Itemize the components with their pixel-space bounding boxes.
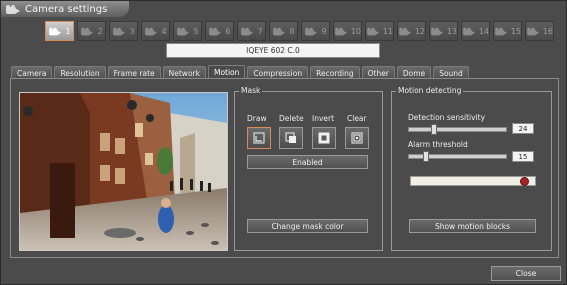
invert-tool-label: Invert bbox=[312, 114, 335, 123]
camera-preview-image[interactable] bbox=[19, 92, 228, 251]
camera-icon bbox=[81, 27, 95, 35]
camera-icon bbox=[273, 27, 287, 35]
camera-button-4[interactable]: 4 bbox=[141, 21, 170, 41]
camera-selector: 1 2 3 4 5 6 7 8 9 10 11 12 13 14 15 16 bbox=[45, 21, 554, 41]
alarm-threshold-value[interactable]: 15 bbox=[512, 151, 534, 162]
camera-number: 7 bbox=[257, 26, 263, 36]
detection-sensitivity-slider[interactable] bbox=[408, 124, 507, 135]
alarm-threshold-label: Alarm threshold bbox=[408, 140, 468, 149]
camera-icon bbox=[463, 27, 476, 35]
camera-icon bbox=[527, 27, 540, 35]
delete-tool-button[interactable] bbox=[279, 127, 303, 149]
camera-button-14[interactable]: 14 bbox=[461, 21, 490, 41]
camera-button-8[interactable]: 8 bbox=[269, 21, 298, 41]
detection-sensitivity-label: Detection sensitivity bbox=[408, 113, 486, 122]
camera-icon bbox=[335, 27, 348, 35]
camera-number: 10 bbox=[350, 26, 361, 36]
camera-button-13[interactable]: 13 bbox=[429, 21, 458, 41]
show-motion-blocks-button[interactable]: Show motion blocks bbox=[409, 219, 536, 233]
camera-number: 6 bbox=[225, 26, 231, 36]
camera-icon bbox=[209, 27, 223, 35]
motion-detecting-legend: Motion detecting bbox=[396, 86, 464, 95]
camera-icon bbox=[177, 27, 191, 35]
camera-button-6[interactable]: 6 bbox=[205, 21, 234, 41]
clear-tool-button[interactable] bbox=[345, 127, 369, 149]
camera-model-label: IQEYE 602 C.0 bbox=[166, 43, 380, 58]
camera-button-2[interactable]: 2 bbox=[77, 21, 106, 41]
camera-number: 9 bbox=[321, 26, 327, 36]
camera-icon bbox=[431, 27, 444, 35]
camera-number: 16 bbox=[542, 26, 553, 36]
street-scene-image bbox=[20, 93, 227, 250]
camera-button-15[interactable]: 15 bbox=[493, 21, 522, 41]
alarm-indicator-led bbox=[520, 177, 529, 186]
clear-icon bbox=[351, 132, 363, 144]
alarm-threshold-slider[interactable] bbox=[408, 151, 507, 162]
camera-number: 14 bbox=[478, 26, 489, 36]
camera-number: 1 bbox=[65, 26, 71, 36]
mask-legend: Mask bbox=[239, 86, 263, 95]
camera-number: 3 bbox=[129, 26, 135, 36]
close-button[interactable]: Close bbox=[491, 266, 561, 281]
camera-button-5[interactable]: 5 bbox=[173, 21, 202, 41]
window-title: Camera settings bbox=[25, 3, 108, 15]
draw-tool-button[interactable] bbox=[247, 127, 271, 149]
camera-number: 11 bbox=[382, 26, 393, 36]
camera-number: 5 bbox=[193, 26, 199, 36]
camera-icon bbox=[113, 27, 127, 35]
change-mask-color-button[interactable]: Change mask color bbox=[247, 219, 368, 233]
camera-button-9[interactable]: 9 bbox=[301, 21, 330, 41]
camera-button-16[interactable]: 16 bbox=[525, 21, 554, 41]
camera-number: 8 bbox=[289, 26, 295, 36]
camera-button-12[interactable]: 12 bbox=[397, 21, 426, 41]
detection-sensitivity-value[interactable]: 24 bbox=[512, 123, 534, 134]
delete-icon bbox=[285, 132, 296, 143]
alarm-threshold-thumb[interactable] bbox=[423, 151, 429, 162]
draw-tool-label: Draw bbox=[247, 114, 267, 123]
camera-number: 13 bbox=[446, 26, 457, 36]
camera-button-3[interactable]: 3 bbox=[109, 21, 138, 41]
delete-tool-label: Delete bbox=[279, 114, 304, 123]
camera-icon bbox=[495, 27, 508, 35]
camera-button-1[interactable]: 1 bbox=[45, 21, 74, 41]
camera-icon bbox=[49, 27, 63, 35]
camera-number: 4 bbox=[161, 26, 167, 36]
camera-icon bbox=[241, 27, 255, 35]
camera-button-10[interactable]: 10 bbox=[333, 21, 362, 41]
motion-level-meter bbox=[410, 176, 536, 186]
camera-settings-window: Camera settings 1 2 3 4 5 6 7 8 9 10 11 12 13 14 15 16 … bbox=[0, 0, 567, 285]
camera-icon bbox=[399, 27, 412, 35]
camera-number: 12 bbox=[414, 26, 425, 36]
detection-sensitivity-thumb[interactable] bbox=[431, 124, 437, 135]
tab-motion[interactable]: Motion bbox=[207, 65, 246, 79]
mask-enabled-button[interactable]: Enabled bbox=[247, 155, 368, 169]
camera-button-7[interactable]: 7 bbox=[237, 21, 266, 41]
camera-number: 2 bbox=[97, 26, 103, 36]
camera-icon bbox=[367, 27, 380, 35]
invert-icon bbox=[318, 132, 330, 144]
camera-icon bbox=[6, 4, 21, 14]
draw-icon bbox=[253, 132, 265, 144]
clear-tool-label: Clear bbox=[347, 114, 367, 123]
camera-button-11[interactable]: 11 bbox=[365, 21, 394, 41]
camera-icon bbox=[145, 27, 159, 35]
title-bar: Camera settings bbox=[1, 1, 129, 17]
camera-number: 15 bbox=[510, 26, 521, 36]
invert-tool-button[interactable] bbox=[312, 127, 336, 149]
camera-icon bbox=[305, 27, 319, 35]
